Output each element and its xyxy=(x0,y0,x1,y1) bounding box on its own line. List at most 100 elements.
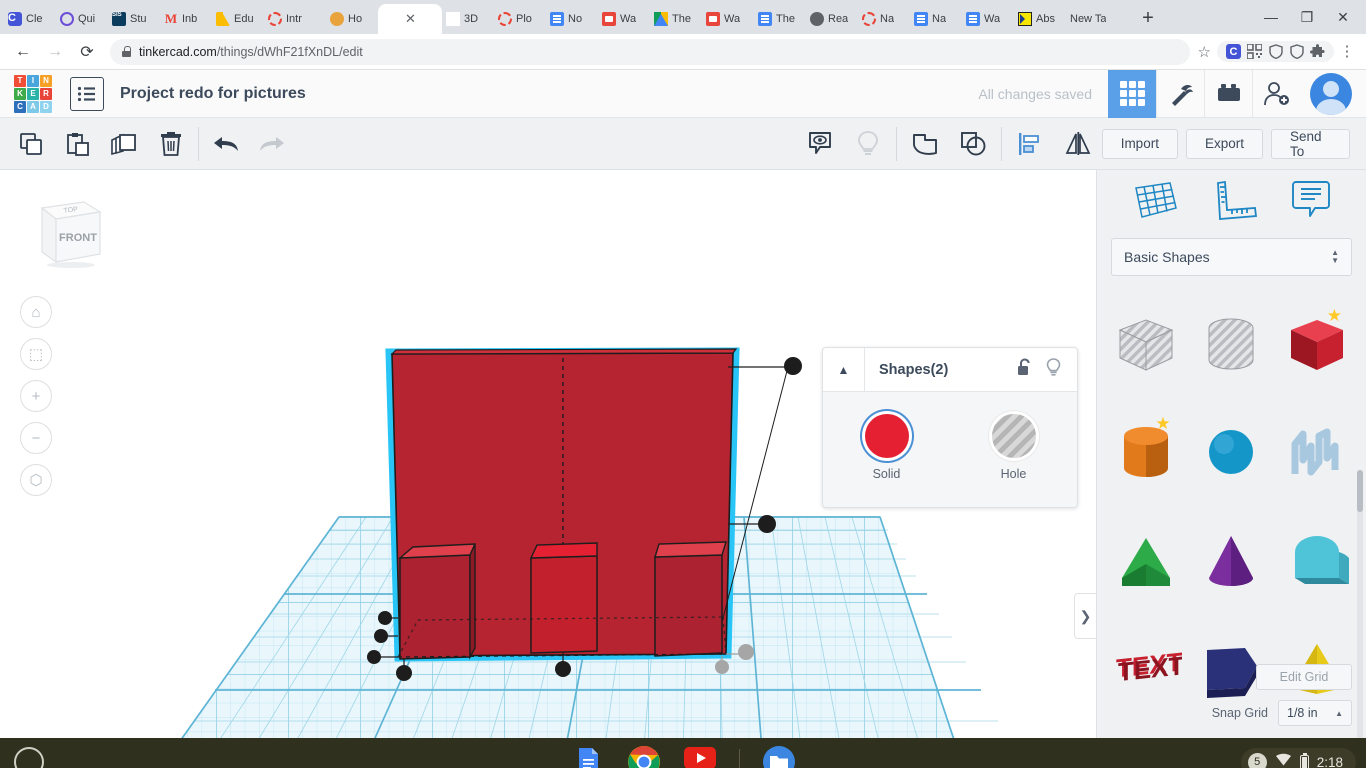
lightbulb-icon[interactable] xyxy=(1046,357,1061,382)
edit-grid-button[interactable]: Edit Grid xyxy=(1256,664,1352,690)
ortho-perspective-button[interactable]: ⬡ xyxy=(20,464,52,496)
puzzle-piece-icon[interactable] xyxy=(1310,44,1325,59)
shape-item-box-hole[interactable] xyxy=(1103,296,1189,392)
browser-tab[interactable]: No xyxy=(546,4,598,34)
blocks-button[interactable] xyxy=(1204,69,1252,118)
files-app[interactable] xyxy=(762,745,796,768)
delete-button[interactable] xyxy=(147,122,193,166)
duplicate-button[interactable] xyxy=(101,122,147,166)
new-tab-button[interactable]: + xyxy=(1134,4,1162,32)
user-avatar[interactable] xyxy=(1310,72,1352,115)
group-button[interactable] xyxy=(901,122,949,166)
browser-tab[interactable]: ✕ xyxy=(378,4,442,34)
close-window-button[interactable]: ✕ xyxy=(1326,2,1360,32)
shape-item-half-cylinder[interactable] xyxy=(1274,512,1360,608)
browser-menu-button[interactable]: ⋮ xyxy=(1336,44,1358,59)
browser-tab[interactable]: C Cle xyxy=(4,4,56,34)
mirror-button[interactable] xyxy=(1054,122,1102,166)
view-cube[interactable]: TOP FRONT xyxy=(22,192,106,272)
shape-item-sphere[interactable] xyxy=(1189,404,1275,500)
browser-tab[interactable]: Rea xyxy=(806,4,858,34)
address-bar[interactable]: tinkercad.com/things/dWhF21fXnDL/edit xyxy=(110,38,1190,65)
workplane-grid-icon[interactable] xyxy=(1130,178,1180,227)
note-bubble-icon[interactable] xyxy=(1288,178,1334,227)
browser-tab[interactable]: Qui xyxy=(56,4,108,34)
zoom-in-button[interactable]: + xyxy=(20,380,52,412)
chrome-app[interactable] xyxy=(627,745,661,768)
shape-item-cylinder-hole[interactable] xyxy=(1189,296,1275,392)
page-title[interactable]: Project redo for pictures xyxy=(120,85,306,103)
youtube-app[interactable] xyxy=(683,745,717,768)
solid-option[interactable]: Solid xyxy=(823,414,950,481)
shape-item-cylinder[interactable]: ★ xyxy=(1103,404,1189,500)
shape-item-cone[interactable] xyxy=(1189,512,1275,608)
copy-button[interactable] xyxy=(8,122,54,166)
browser-tab[interactable]: Plo xyxy=(494,4,546,34)
browser-tab[interactable]: SIS Stu xyxy=(108,4,160,34)
browser-tab[interactable]: Wa xyxy=(598,4,650,34)
browser-tab[interactable]: Ho xyxy=(326,4,378,34)
browser-tab[interactable]: New Ta xyxy=(1066,4,1128,34)
toolbar-actions: Import Export Send To xyxy=(1101,128,1358,159)
redo-button[interactable] xyxy=(249,122,295,166)
bookmark-star-icon[interactable]: ☆ xyxy=(1198,43,1211,61)
shape-item-roof[interactable] xyxy=(1103,512,1189,608)
grid-view-button[interactable] xyxy=(1108,69,1156,118)
align-button[interactable] xyxy=(1006,122,1054,166)
ungroup-button[interactable] xyxy=(949,122,997,166)
forward-button[interactable]: → xyxy=(40,37,70,67)
tinkercad-logo[interactable]: TIN KER CAD xyxy=(14,74,52,113)
export-button[interactable]: Export xyxy=(1185,128,1263,159)
minimize-window-button[interactable]: — xyxy=(1254,2,1288,32)
undo-button[interactable] xyxy=(203,122,249,166)
loading-icon xyxy=(268,12,282,26)
zoom-out-button[interactable]: − xyxy=(20,422,52,454)
hole-option[interactable]: Hole xyxy=(950,414,1077,481)
reload-button[interactable]: ⟳ xyxy=(72,37,102,67)
paste-button[interactable] xyxy=(54,122,100,166)
back-button[interactable]: ← xyxy=(8,37,38,67)
snap-grid-select[interactable]: 1/8 in ▲ xyxy=(1278,700,1352,726)
browser-tab[interactable]: The xyxy=(650,4,702,34)
browser-tab[interactable]: 3D xyxy=(442,4,494,34)
invite-button[interactable] xyxy=(1252,69,1300,118)
browser-tab[interactable]: The xyxy=(754,4,806,34)
google-docs-app[interactable] xyxy=(571,745,605,768)
solid-color-swatch[interactable] xyxy=(864,414,909,458)
shape-item-box[interactable]: ★ xyxy=(1274,296,1360,392)
send-to-button[interactable]: Send To xyxy=(1270,128,1350,159)
maximize-window-button[interactable]: ❐ xyxy=(1290,2,1324,32)
ruler-icon[interactable] xyxy=(1209,178,1259,227)
browser-tab-label: Edu xyxy=(234,13,254,25)
project-list-button[interactable] xyxy=(70,76,104,111)
collapse-inspector-button[interactable]: ▲ xyxy=(823,347,865,392)
browser-tab[interactable]: Na xyxy=(910,4,962,34)
fit-to-view-button[interactable]: ⬚ xyxy=(20,338,52,370)
clever-extension-icon[interactable]: C xyxy=(1226,44,1241,59)
light-button[interactable] xyxy=(844,122,892,166)
browser-tab[interactable]: Na xyxy=(858,4,910,34)
shield-icon[interactable] xyxy=(1268,44,1283,59)
browser-tab-label: Abs xyxy=(1036,13,1055,25)
shape-category-select[interactable]: Basic Shapes ▲ ▼ xyxy=(1111,238,1352,276)
browser-tab-label: Inb xyxy=(182,13,198,25)
handle-dot xyxy=(555,661,571,677)
import-button[interactable]: Import xyxy=(1101,128,1178,159)
home-view-button[interactable]: ⌂ xyxy=(20,296,52,328)
browser-tab[interactable]: Edu xyxy=(212,4,264,34)
minecraft-button[interactable] xyxy=(1156,69,1204,118)
collapse-right-panel-button[interactable]: ❯ xyxy=(1074,593,1096,639)
hole-swatch[interactable] xyxy=(991,414,1036,458)
browser-tab[interactable]: Wa xyxy=(962,4,1014,34)
browser-tab[interactable]: Wa xyxy=(702,4,754,34)
browser-tab[interactable]: M Inb xyxy=(160,4,212,34)
shape-item-scribble[interactable] xyxy=(1274,404,1360,500)
browser-tab[interactable]: Abs xyxy=(1014,4,1066,34)
browser-tab[interactable]: Intr xyxy=(264,4,326,34)
redo-arrow-icon xyxy=(260,136,285,151)
unlock-icon[interactable] xyxy=(1017,358,1032,382)
show-hide-button[interactable] xyxy=(796,122,844,166)
qr-code-icon[interactable] xyxy=(1247,44,1262,59)
close-tab-button[interactable]: ✕ xyxy=(405,11,416,27)
shield-icon[interactable] xyxy=(1289,44,1304,59)
